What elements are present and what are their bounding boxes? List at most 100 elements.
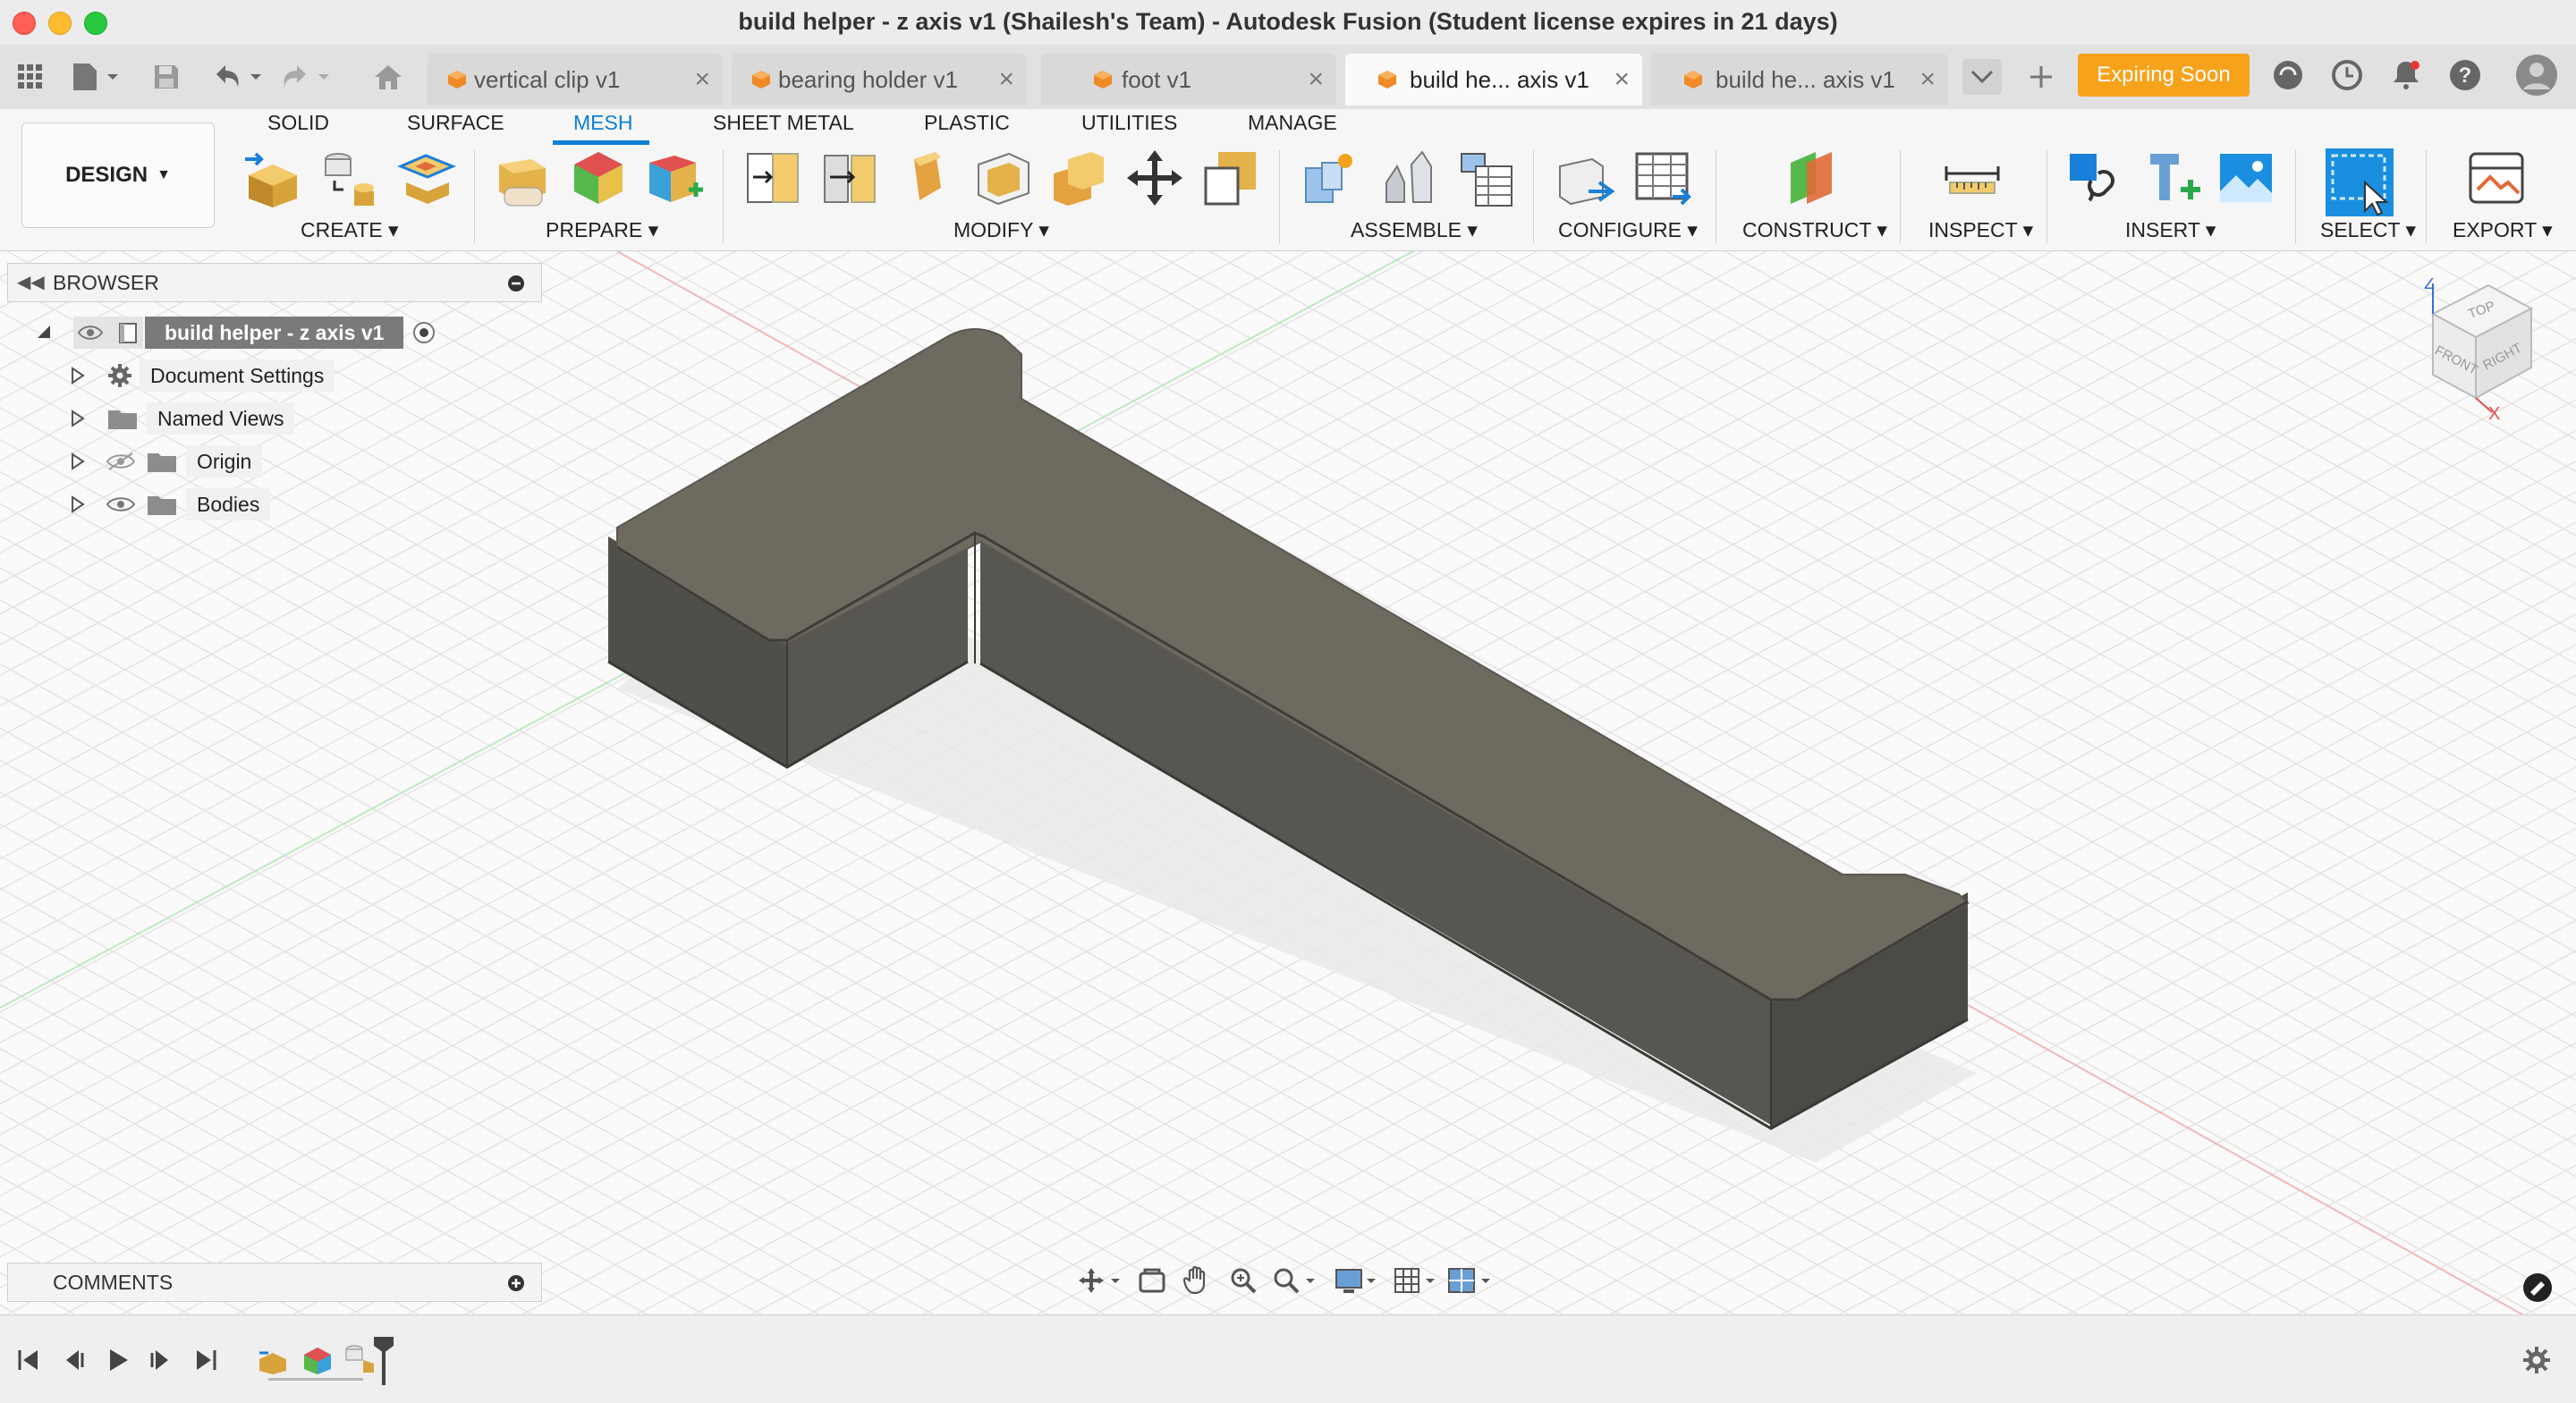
move-icon[interactable]: [1123, 147, 1186, 209]
browser-item-named-views[interactable]: Named Views: [70, 402, 295, 435]
tab-foot[interactable]: foot v1 ×: [1041, 54, 1336, 106]
notifications-bell-icon[interactable]: [2388, 57, 2424, 93]
group-assemble[interactable]: ASSEMBLE ▾: [1351, 218, 1478, 242]
expanded-triangle-icon[interactable]: [36, 324, 54, 342]
reduce-icon[interactable]: [894, 147, 957, 209]
timeline-face-groups-feature-icon[interactable]: [302, 1346, 333, 1374]
group-insert[interactable]: INSERT ▾: [2125, 218, 2216, 242]
parameters-icon[interactable]: [1553, 147, 1615, 209]
tab-vertical-clip[interactable]: vertical clip v1 ×: [428, 54, 723, 106]
separate-icon[interactable]: [818, 147, 880, 209]
shell-icon[interactable]: [971, 147, 1034, 209]
bake-mesh-icon[interactable]: [242, 147, 304, 209]
help-icon[interactable]: ?: [2447, 57, 2483, 93]
job-status-clock-icon[interactable]: [2329, 57, 2365, 93]
home-icon[interactable]: [370, 59, 406, 95]
close-icon[interactable]: ×: [1308, 64, 1324, 95]
browser-item-bodies[interactable]: Bodies: [70, 488, 271, 520]
collapsed-triangle-icon[interactable]: [70, 367, 86, 385]
add-comment-icon[interactable]: [507, 1274, 525, 1292]
step-forward-icon[interactable]: [148, 1348, 174, 1373]
close-icon[interactable]: ×: [694, 64, 710, 95]
combine-face-groups-icon[interactable]: [642, 147, 705, 209]
tab-sheet-metal[interactable]: SHEET METAL: [713, 111, 854, 138]
collapse-panel-icon[interactable]: ◀◀: [17, 271, 45, 293]
timeline-bake-feature-icon[interactable]: [258, 1348, 288, 1374]
browser-item-document-settings[interactable]: Document Settings: [70, 359, 335, 392]
close-icon[interactable]: ×: [1614, 64, 1630, 95]
panel-minimize-icon[interactable]: [507, 275, 525, 292]
tab-solid[interactable]: SOLID: [267, 111, 329, 138]
viewports-icon[interactable]: [1447, 1266, 1496, 1295]
orbit-icon[interactable]: [1079, 1266, 1123, 1295]
tab-plastic[interactable]: PLASTIC: [924, 111, 1010, 138]
tab-surface[interactable]: SURFACE: [407, 111, 504, 138]
remesh-icon[interactable]: [490, 147, 553, 209]
display-settings-icon[interactable]: [1335, 1266, 1379, 1295]
group-export[interactable]: EXPORT ▾: [2453, 218, 2553, 242]
close-icon[interactable]: ×: [998, 64, 1014, 95]
tab-utilities[interactable]: UTILITIES: [1081, 111, 1177, 138]
convert-mesh-icon[interactable]: [1199, 147, 1261, 209]
play-icon[interactable]: [106, 1348, 131, 1373]
undo-icon[interactable]: [211, 59, 267, 95]
tab-build-helper[interactable]: build he... axis v1 ×: [1651, 54, 1948, 106]
feedback-icon[interactable]: [2522, 1272, 2553, 1303]
plane-cut-icon[interactable]: [741, 147, 803, 209]
hidden-eye-icon[interactable]: [106, 452, 136, 471]
group-configure[interactable]: CONFIGURE ▾: [1558, 218, 1698, 242]
pan-hand-icon[interactable]: [1182, 1264, 1211, 1295]
group-select[interactable]: SELECT ▾: [2320, 218, 2416, 242]
insert-canvas-icon[interactable]: [2215, 147, 2277, 209]
group-prepare[interactable]: PREPARE ▾: [546, 218, 658, 242]
look-at-icon[interactable]: [1138, 1266, 1166, 1295]
save-icon[interactable]: [150, 59, 182, 95]
measure-icon[interactable]: [1941, 147, 2004, 209]
collapsed-triangle-icon[interactable]: [70, 410, 86, 427]
new-tab-plus-icon[interactable]: [2023, 59, 2059, 95]
export-icon[interactable]: [2465, 147, 2528, 209]
extensions-icon[interactable]: [2270, 57, 2306, 93]
grid-snaps-icon[interactable]: [1394, 1266, 1438, 1295]
timeline-marker[interactable]: [372, 1335, 395, 1385]
zoom-icon[interactable]: [1229, 1266, 1258, 1295]
insert-mesh-icon[interactable]: [395, 147, 458, 209]
model-body[interactable]: [607, 328, 1977, 1162]
tessellate-icon[interactable]: [315, 147, 377, 209]
collapsed-triangle-icon[interactable]: [70, 452, 86, 470]
timeline-tessellate-feature-icon[interactable]: [343, 1344, 376, 1374]
browser-panel-header[interactable]: ◀◀ BROWSER: [7, 263, 542, 302]
tab-build-helper-active[interactable]: build he... axis v1 ×: [1345, 54, 1642, 106]
group-inspect[interactable]: INSPECT ▾: [1928, 218, 2033, 242]
combine-icon[interactable]: [1046, 147, 1109, 209]
3d-viewport[interactable]: TOP FRONT RIGHT Z X: [0, 251, 2576, 1314]
activate-radio-icon[interactable]: [412, 321, 436, 344]
generate-face-groups-icon[interactable]: [567, 147, 630, 209]
browser-root-row[interactable]: build helper - z axis v1: [36, 317, 436, 349]
skip-to-end-icon[interactable]: [193, 1348, 218, 1373]
new-component-icon[interactable]: [1299, 147, 1361, 209]
construct-plane-icon[interactable]: [1780, 147, 1843, 209]
visibility-eye-icon[interactable]: [77, 324, 104, 342]
select-icon[interactable]: [2324, 147, 2395, 218]
file-menu-icon[interactable]: [70, 59, 123, 95]
redo-icon[interactable]: [279, 59, 335, 95]
skip-to-start-icon[interactable]: [16, 1348, 41, 1373]
workspace-switcher[interactable]: DESIGN ▼: [21, 123, 215, 228]
tab-manage[interactable]: MANAGE: [1248, 111, 1337, 138]
browser-item-origin[interactable]: Origin: [70, 445, 263, 478]
close-icon[interactable]: ×: [1919, 64, 1936, 95]
step-back-icon[interactable]: [61, 1348, 86, 1373]
expiring-soon-button[interactable]: Expiring Soon: [2078, 54, 2250, 97]
timeline-settings-gear-icon[interactable]: [2522, 1346, 2551, 1374]
tab-bearing-holder[interactable]: bearing holder v1 ×: [732, 54, 1027, 106]
browser-root-label[interactable]: build helper - z axis v1: [145, 317, 404, 349]
group-modify[interactable]: MODIFY ▾: [953, 218, 1049, 242]
viewcube[interactable]: TOP FRONT RIGHT Z X: [2406, 278, 2540, 421]
group-construct[interactable]: CONSTRUCT ▾: [1742, 218, 1887, 242]
collapsed-triangle-icon[interactable]: [70, 495, 86, 513]
configure-table-icon[interactable]: [1630, 147, 1692, 209]
visibility-eye-icon[interactable]: [106, 494, 136, 514]
bill-of-materials-icon[interactable]: [1454, 147, 1517, 209]
joint-icon[interactable]: [1377, 147, 1440, 209]
